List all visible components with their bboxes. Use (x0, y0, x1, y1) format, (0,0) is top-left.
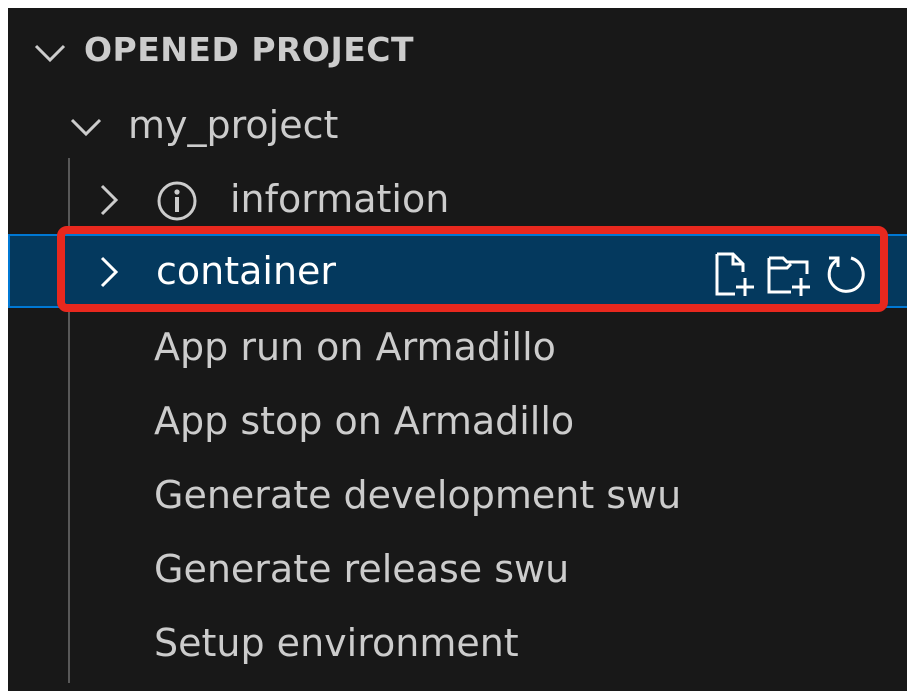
tree-item-label: Generate release swu (154, 547, 570, 591)
tree-item-app-stop[interactable]: App stop on Armadillo (8, 384, 907, 458)
tree-item-label: Setup environment (154, 621, 519, 665)
tree-item-label: information (230, 177, 450, 221)
tree-item-app-run[interactable]: App run on Armadillo (8, 310, 907, 384)
tree-item-information[interactable]: information (8, 162, 907, 236)
tree-item-label: Generate development swu (154, 473, 682, 517)
explorer-panel: OPENED PROJECT my_project information co… (8, 8, 907, 691)
tree-item-label: App run on Armadillo (154, 325, 556, 369)
chevron-right-icon[interactable] (92, 182, 126, 218)
highlight-annotation (57, 226, 888, 312)
tree-item-generate-development-swu[interactable]: Generate development swu (8, 458, 907, 532)
section-header-opened-project[interactable]: OPENED PROJECT (8, 24, 907, 76)
tree-item-project[interactable]: my_project (8, 88, 907, 162)
chevron-down-icon[interactable] (30, 32, 70, 72)
section-title: OPENED PROJECT (84, 30, 415, 69)
project-name: my_project (128, 103, 339, 147)
tree-item-label: App stop on Armadillo (154, 399, 575, 443)
chevron-down-icon[interactable] (66, 106, 106, 146)
tree-item-generate-release-swu[interactable]: Generate release swu (8, 532, 907, 606)
info-icon (156, 180, 198, 222)
tree-item-setup-environment[interactable]: Setup environment (8, 606, 907, 680)
